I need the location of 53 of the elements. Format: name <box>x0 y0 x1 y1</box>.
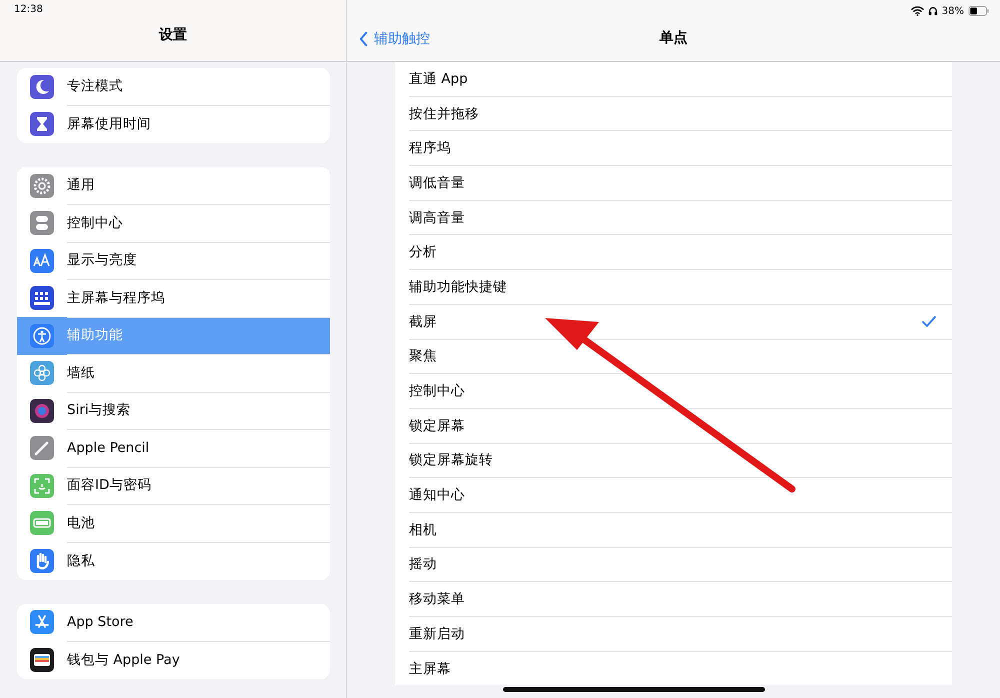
headphones-icon <box>928 6 938 16</box>
battery-icon <box>30 511 54 536</box>
option-row[interactable]: 控制中心 <box>409 374 952 409</box>
sidebar-item[interactable]: 钱包与 Apple Pay <box>17 641 330 678</box>
option-row[interactable]: 锁定屏幕旋转 <box>409 444 952 478</box>
sidebar-title: 设置 <box>159 26 187 44</box>
store-icon <box>30 610 54 634</box>
back-button[interactable]: 辅助触控 <box>357 28 432 50</box>
chevron-left-icon <box>359 31 368 47</box>
option-row[interactable]: 移动菜单 <box>409 582 952 617</box>
siri-icon <box>30 398 54 423</box>
hand-icon <box>30 548 54 573</box>
face-icon <box>30 474 54 498</box>
option-row[interactable]: 主屏幕 <box>409 652 952 686</box>
flower-icon <box>30 361 54 386</box>
option-row[interactable]: 按住并拖移 <box>409 96 952 132</box>
option-row[interactable]: 调低音量 <box>409 166 952 201</box>
sidebar-item[interactable]: 专注模式 <box>17 68 330 106</box>
page-title: 单点 <box>660 29 688 47</box>
option-row[interactable]: 摇动 <box>409 548 952 582</box>
toggles-icon <box>30 211 54 236</box>
sidebar-item[interactable]: 显示与亮度 <box>17 242 330 280</box>
sidebar-item[interactable]: 隐私 <box>17 542 330 580</box>
wallet-icon <box>30 648 54 672</box>
option-row[interactable]: 重新启动 <box>409 617 952 652</box>
option-row[interactable]: 锁定屏幕 <box>409 408 952 444</box>
text-size-icon <box>30 248 54 273</box>
option-row[interactable]: 辅助功能快捷键 <box>409 270 952 305</box>
accessibility-icon <box>30 324 54 348</box>
option-row[interactable]: 通知中心 <box>409 478 952 513</box>
sidebar-item[interactable]: 墙纸 <box>17 354 330 392</box>
wifi-icon <box>910 6 924 16</box>
option-row[interactable]: 分析 <box>409 235 952 270</box>
sidebar-item[interactable]: 电池 <box>17 504 330 542</box>
option-row[interactable]: 调高音量 <box>409 200 952 236</box>
grid-icon <box>30 286 54 310</box>
sidebar-item[interactable]: Siri与搜索 <box>17 392 330 430</box>
battery-icon <box>968 6 990 16</box>
status-time: 12:38 <box>14 4 43 15</box>
sidebar-item[interactable]: 控制中心 <box>17 204 330 242</box>
sidebar-item[interactable]: 屏幕使用时间 <box>17 106 330 143</box>
option-row[interactable]: 相机 <box>409 512 952 548</box>
hourglass-icon <box>30 112 54 136</box>
pencil-icon <box>30 436 54 460</box>
sidebar-item[interactable]: 面容ID与密码 <box>17 467 330 504</box>
gear-icon <box>30 174 54 198</box>
sidebar-item[interactable]: App Store <box>17 604 330 641</box>
moon-icon <box>30 74 54 99</box>
option-row[interactable]: 程序坞 <box>409 131 952 166</box>
sidebar-item[interactable]: 通用 <box>17 167 330 204</box>
option-row[interactable]: 直通 App <box>409 62 952 97</box>
sidebar-item[interactable]: Apple Pencil <box>17 430 330 467</box>
battery-percentage: 38% <box>942 6 964 16</box>
